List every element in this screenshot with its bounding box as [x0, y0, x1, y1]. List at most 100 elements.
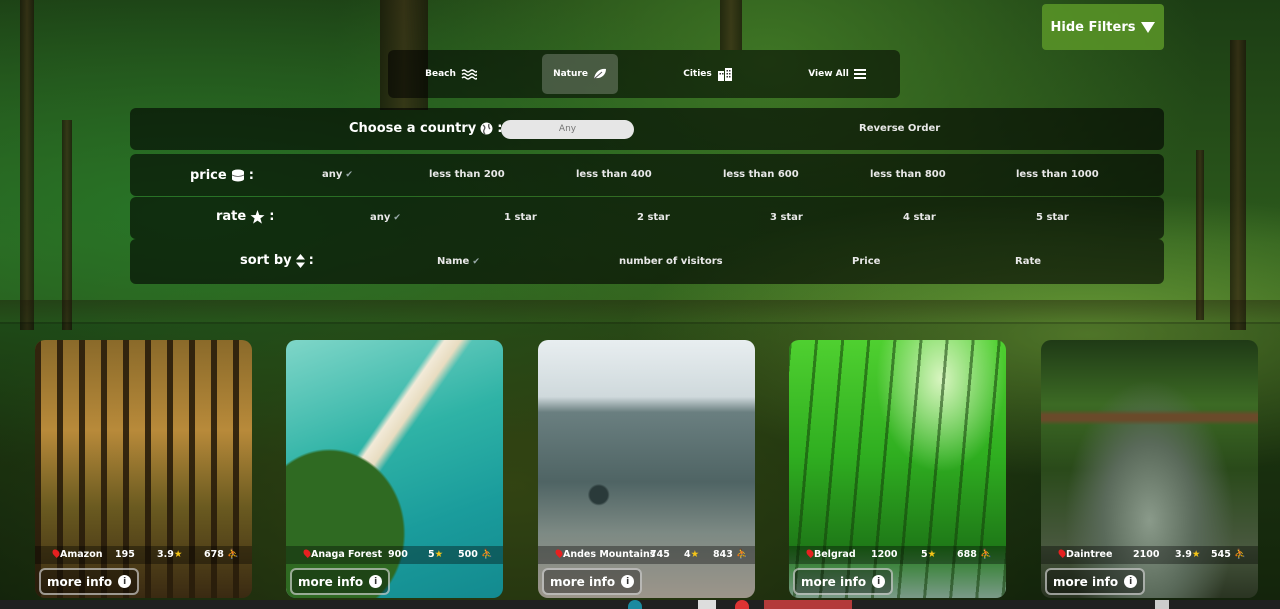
price-option-400[interactable]: less than 400	[576, 169, 652, 180]
price-option-800[interactable]: less than 800	[870, 169, 946, 180]
place-name: Belgrad	[814, 549, 856, 560]
sort-option-price[interactable]: Price	[852, 256, 880, 267]
taskbar-app-icon[interactable]	[628, 600, 642, 609]
rate-option-2[interactable]: 2 star	[637, 212, 670, 223]
category-tab-view-all[interactable]: View All	[806, 54, 868, 94]
place-info-bar: Anaga Forest 900 5★ 500 ⛹	[286, 546, 503, 564]
category-label: Nature	[553, 69, 588, 79]
hiker-icon: ⛹	[980, 549, 992, 560]
rate-option-1[interactable]: 1 star	[504, 212, 537, 223]
check-icon: ✔	[393, 212, 401, 223]
price-option-any[interactable]: any ✔	[322, 169, 353, 180]
info-icon: i	[369, 575, 383, 588]
reverse-order-toggle[interactable]: Reverse Order	[859, 123, 940, 134]
hide-filters-label: Hide Filters	[1050, 19, 1136, 35]
price-filter-label: price :	[190, 168, 254, 183]
place-count: 678 ⛹	[204, 549, 239, 560]
taskbar-app-icon[interactable]	[1155, 600, 1169, 609]
place-name: Andes Mountains	[563, 549, 656, 560]
place-count: 843 ⛹	[713, 549, 748, 560]
sort-icon	[295, 253, 305, 268]
place-visitors: 195	[115, 549, 135, 560]
place-rating: 3.9★	[1175, 549, 1201, 560]
hiker-icon: ⛹	[1234, 549, 1246, 560]
category-label: Cities	[683, 69, 712, 79]
place-visitors: 745	[650, 549, 670, 560]
info-icon: i	[118, 575, 132, 588]
globe-icon	[480, 122, 493, 135]
place-info-bar: Andes Mountains 745 4★ 843 ⛹	[538, 546, 755, 564]
sort-option-rate[interactable]: Rate	[1015, 256, 1041, 267]
category-label: Beach	[425, 69, 456, 79]
place-rating: 5★	[921, 549, 937, 560]
rating-star-icon: ★	[1191, 549, 1201, 560]
more-info-button[interactable]: more info i	[542, 568, 643, 595]
taskbar-app-icon[interactable]	[698, 600, 716, 609]
place-count: 500 ⛹	[458, 549, 493, 560]
hiker-icon: ⛹	[227, 549, 239, 560]
info-icon: i	[621, 575, 635, 588]
hiker-icon: ⛹	[736, 549, 748, 560]
sort-option-visitors[interactable]: number of visitors	[619, 256, 723, 267]
place-info-bar: Amazon 195 3.9★ 678 ⛹	[35, 546, 252, 564]
place-name: Anaga Forest	[311, 549, 382, 560]
place-card-anaga-forest[interactable]: Anaga Forest 900 5★ 500 ⛹ more info i	[286, 340, 503, 598]
place-rating: 3.9★	[157, 549, 183, 560]
more-info-button[interactable]: more info i	[1045, 568, 1146, 595]
place-visitors: 1200	[871, 549, 898, 560]
place-count: 545 ⛹	[1211, 549, 1246, 560]
rating-star-icon: ★	[927, 549, 937, 560]
rating-star-icon: ★	[173, 549, 183, 560]
rate-option-3[interactable]: 3 star	[770, 212, 803, 223]
hiker-icon: ⛹	[481, 549, 493, 560]
place-info-bar: Belgrad 1200 5★ 688 ⛹	[789, 546, 1006, 564]
category-tab-nature[interactable]: Nature	[542, 54, 618, 94]
check-icon: ✔	[472, 256, 480, 267]
leaf-icon	[593, 68, 606, 80]
list-icon	[853, 69, 866, 79]
rate-option-any[interactable]: any ✔	[370, 212, 401, 223]
place-card-andes-mountains[interactable]: Andes Mountains 745 4★ 843 ⛹ more info i	[538, 340, 755, 598]
filters-panel: Choose a country : Reverse Order price :	[130, 108, 1164, 284]
place-rating: 4★	[684, 549, 700, 560]
sort-filter-label: sort by :	[240, 253, 314, 268]
os-taskbar	[0, 600, 1280, 609]
place-info-bar: Daintree 2100 3.9★ 545 ⛹	[1041, 546, 1258, 564]
more-info-button[interactable]: more info i	[290, 568, 391, 595]
country-filter-row: Choose a country : Reverse Order	[130, 108, 1164, 150]
taskbar-app-icon[interactable]	[735, 600, 749, 609]
rate-filter-label: rate :	[216, 209, 275, 224]
info-icon: i	[872, 575, 886, 588]
category-tab-cities[interactable]: Cities	[678, 54, 738, 94]
category-bar: Beach Nature Cities View All	[388, 50, 900, 98]
price-option-600[interactable]: less than 600	[723, 169, 799, 180]
star-icon	[250, 209, 265, 224]
place-count: 688 ⛹	[957, 549, 992, 560]
rate-filter-row: rate : any ✔ 1 star 2 star 3 star 4 star …	[130, 197, 1164, 239]
coins-icon	[231, 169, 244, 182]
sort-filter-row: sort by : Name ✔ number of visitors Price…	[130, 239, 1164, 284]
taskbar-active-window[interactable]	[764, 600, 852, 609]
check-icon: ✔	[345, 169, 353, 180]
sort-option-name[interactable]: Name ✔	[437, 256, 480, 267]
more-info-button[interactable]: more info i	[793, 568, 894, 595]
price-option-1000[interactable]: less than 1000	[1016, 169, 1099, 180]
place-card-daintree[interactable]: Daintree 2100 3.9★ 545 ⛹ more info i	[1041, 340, 1258, 598]
more-info-button[interactable]: more info i	[39, 568, 140, 595]
rate-option-4[interactable]: 4 star	[903, 212, 936, 223]
info-icon: i	[1124, 575, 1138, 588]
price-filter-row: price : any ✔ less than 200 less than 400…	[130, 154, 1164, 196]
category-tab-beach[interactable]: Beach	[416, 54, 486, 94]
filter-funnel-icon	[1141, 21, 1156, 33]
rate-option-5[interactable]: 5 star	[1036, 212, 1069, 223]
place-name: Daintree	[1066, 549, 1113, 560]
place-name: Amazon	[60, 549, 103, 560]
place-visitors: 900	[388, 549, 408, 560]
price-option-200[interactable]: less than 200	[429, 169, 505, 180]
country-input[interactable]	[501, 120, 634, 139]
country-filter-label: Choose a country :	[349, 121, 503, 136]
category-label: View All	[808, 69, 849, 79]
hide-filters-button[interactable]: Hide Filters	[1042, 4, 1164, 50]
place-card-amazon[interactable]: Amazon 195 3.9★ 678 ⛹ more info i	[35, 340, 252, 598]
place-card-belgrad[interactable]: Belgrad 1200 5★ 688 ⛹ more info i	[789, 340, 1006, 598]
